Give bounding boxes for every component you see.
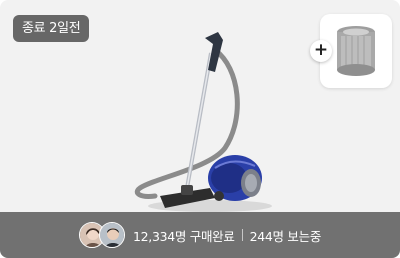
social-proof-bar: 12,334명 구매완료 244명 보는중	[0, 212, 400, 258]
deadline-badge: 종료 2일전	[13, 15, 90, 42]
plus-icon: +	[310, 40, 332, 62]
viewer-count: 244명 보는중	[249, 228, 322, 244]
divider	[241, 229, 243, 241]
vacuum-cleaner-image	[134, 32, 272, 212]
product-card[interactable]: 종료 2일전 + 12,334명 구매완료 244명 보는중	[0, 0, 400, 258]
avatar	[98, 222, 125, 248]
filter-cylinder-image	[337, 26, 375, 76]
buyer-avatars	[78, 222, 127, 248]
purchase-count: 12,334명 구매완료	[132, 228, 235, 244]
